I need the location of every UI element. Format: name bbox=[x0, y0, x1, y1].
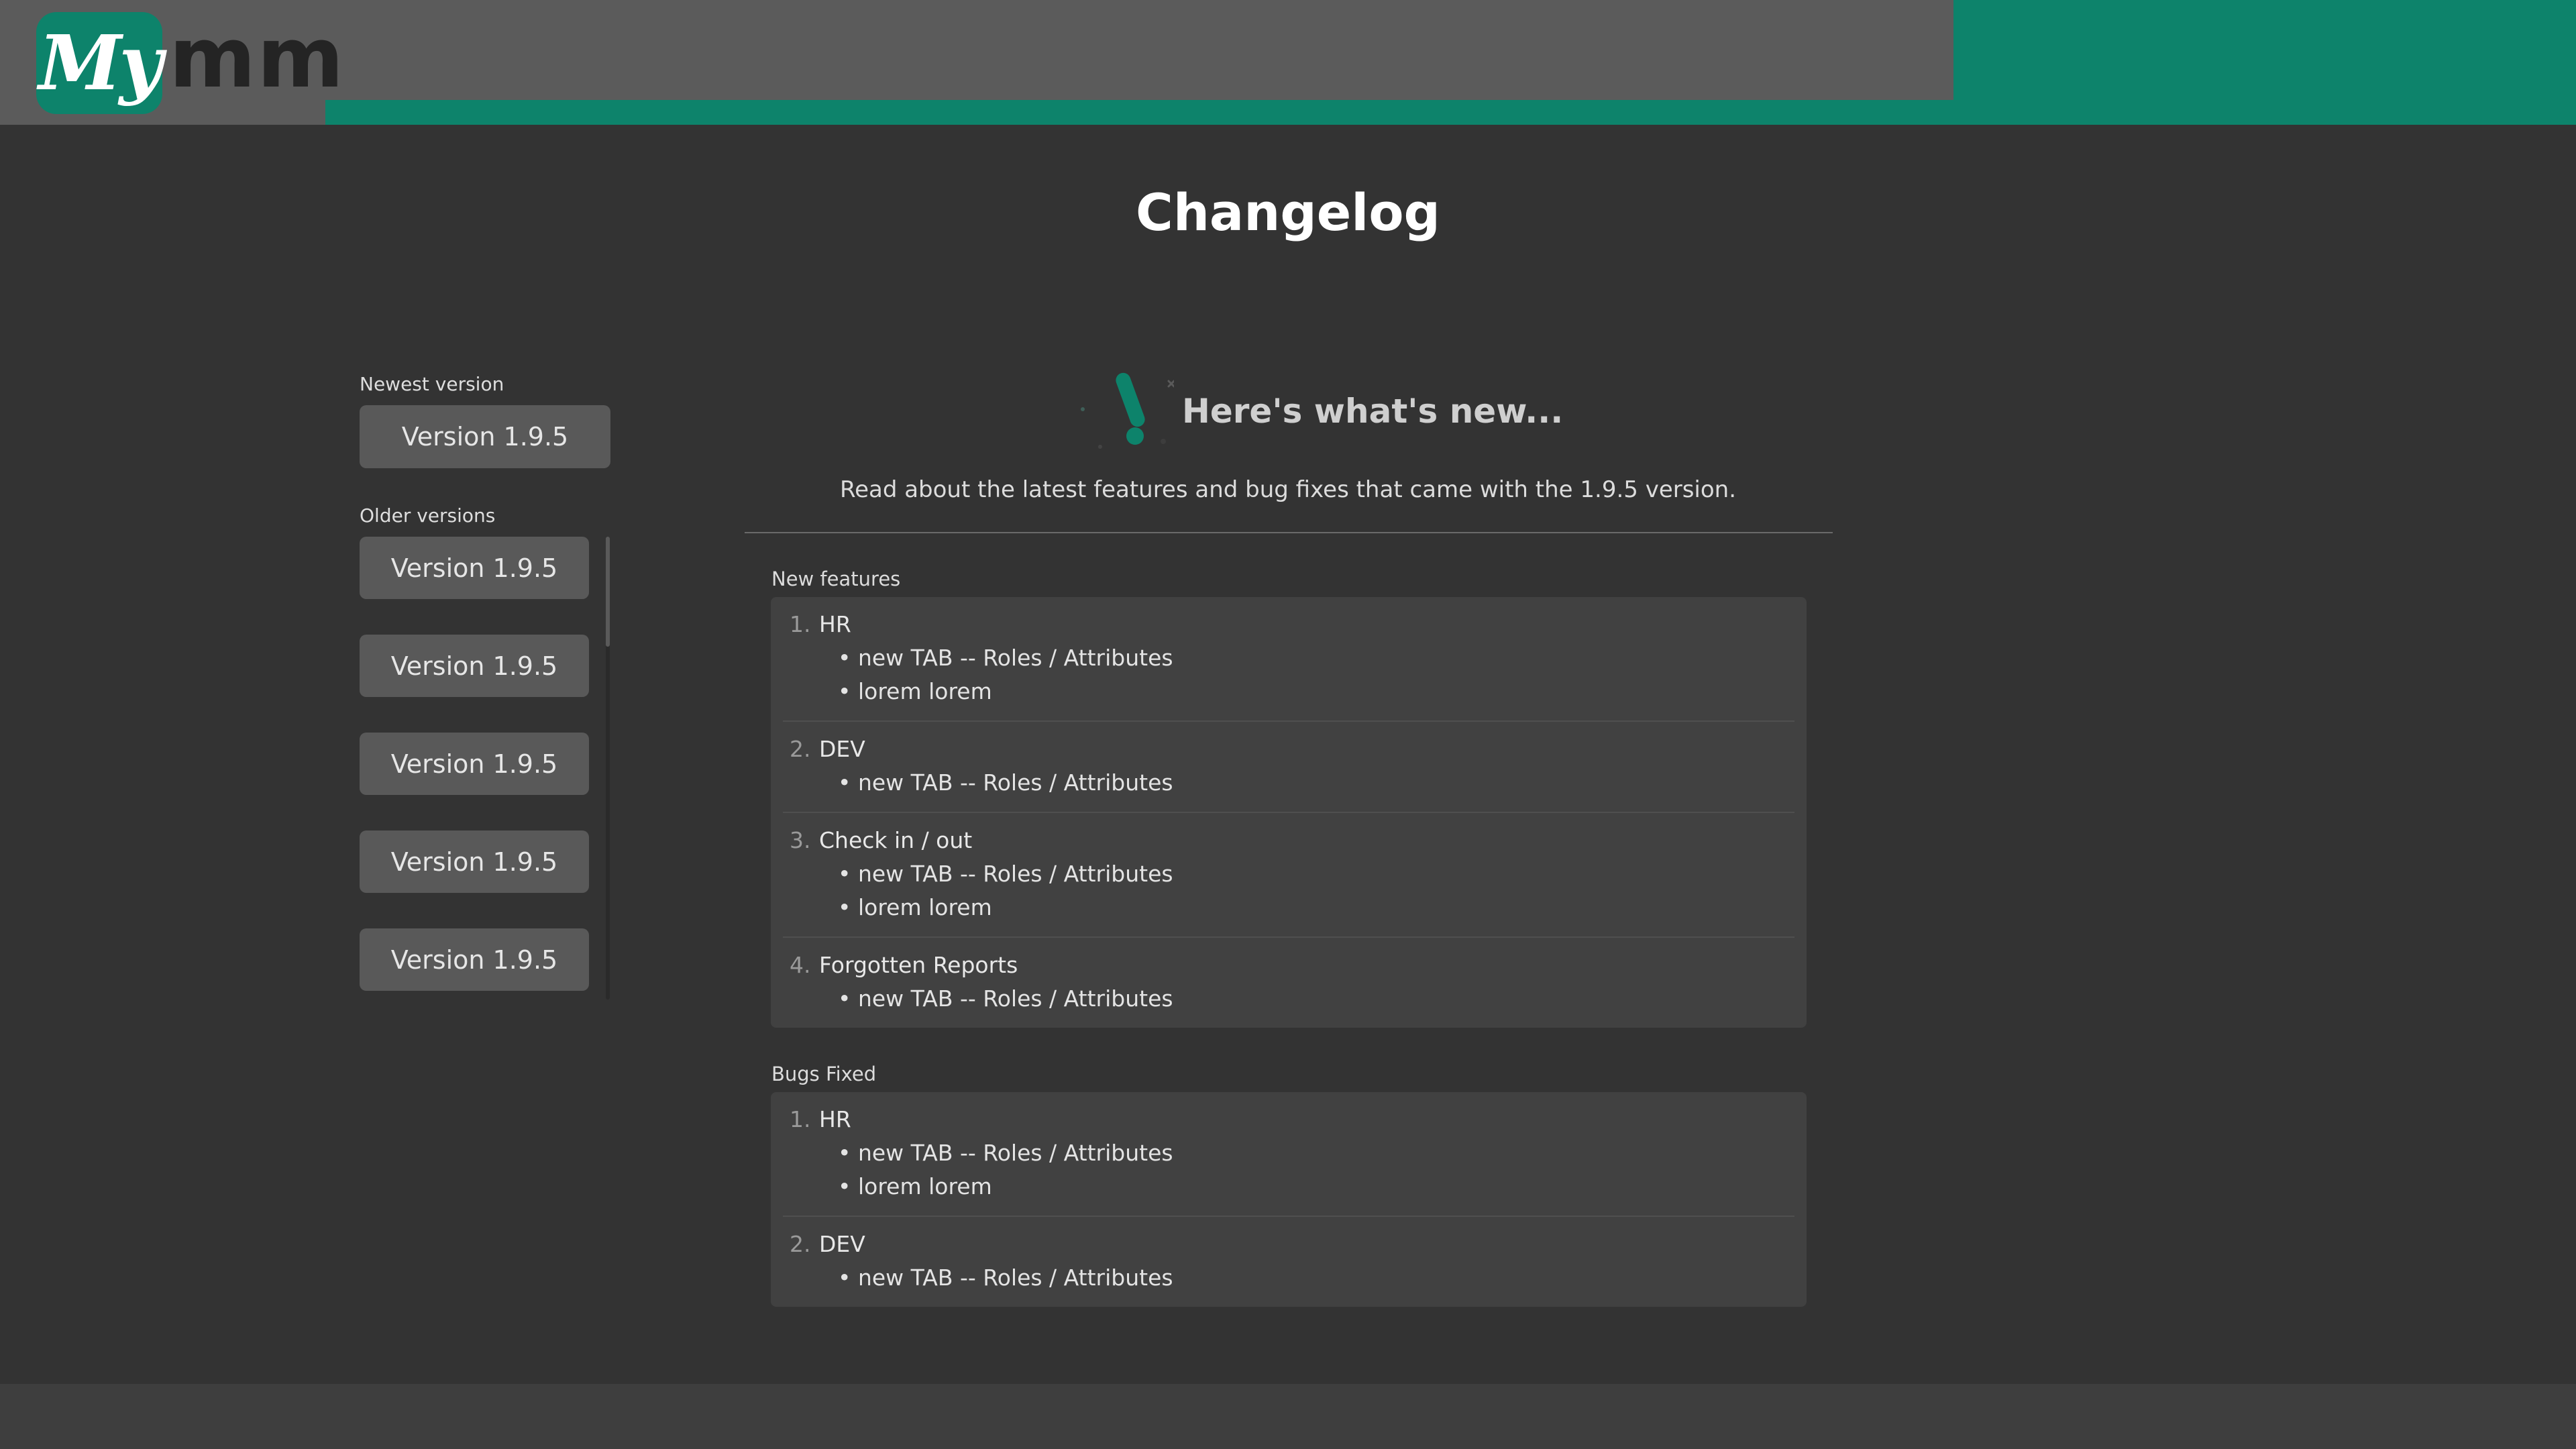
item-number: 2. bbox=[790, 736, 811, 762]
exclamation-icon bbox=[1081, 372, 1174, 449]
whats-new-subtitle: Read about the latest features and bug f… bbox=[839, 476, 1737, 503]
item-bullet: lorem lorem bbox=[783, 675, 1794, 708]
older-version-button[interactable]: Version 1.9.5 bbox=[360, 635, 589, 697]
header-accent-strip bbox=[325, 100, 1953, 125]
list-item: 1. HR new TAB -- Roles / Attributes lore… bbox=[783, 597, 1794, 722]
older-versions-list: Version 1.9.5 Version 1.9.5 Version 1.9.… bbox=[360, 537, 590, 1001]
item-number: 2. bbox=[790, 1231, 811, 1257]
item-title: Check in / out bbox=[819, 827, 973, 853]
older-versions-scrollbar[interactable] bbox=[606, 537, 610, 1000]
divider bbox=[745, 532, 1833, 533]
older-version-button[interactable]: Version 1.9.5 bbox=[360, 537, 589, 599]
item-bullet: new TAB -- Roles / Attributes bbox=[783, 982, 1794, 1016]
older-version-button[interactable]: Version 1.9.5 bbox=[360, 928, 589, 991]
older-version-button[interactable]: Version 1.9.5 bbox=[360, 830, 589, 893]
item-bullet: lorem lorem bbox=[783, 1170, 1794, 1203]
bugs-fixed-card: 1. HR new TAB -- Roles / Attributes lore… bbox=[771, 1092, 1807, 1307]
new-features-label: New features bbox=[771, 568, 901, 590]
item-number: 1. bbox=[790, 1106, 811, 1132]
page-title: Changelog bbox=[1136, 182, 1440, 242]
item-title: Forgotten Reports bbox=[819, 952, 1018, 978]
item-title: HR bbox=[819, 611, 851, 637]
list-item: 4. Forgotten Reports new TAB -- Roles / … bbox=[783, 938, 1794, 1028]
logo-badge: My bbox=[36, 12, 163, 114]
list-item: 1. HR new TAB -- Roles / Attributes lore… bbox=[783, 1092, 1794, 1217]
bugs-fixed-label: Bugs Fixed bbox=[771, 1063, 877, 1085]
new-features-card: 1. HR new TAB -- Roles / Attributes lore… bbox=[771, 597, 1807, 1028]
whats-new-title: Here's what's new... bbox=[1182, 392, 1564, 431]
item-bullet: new TAB -- Roles / Attributes bbox=[783, 641, 1794, 675]
older-versions-label: Older versions bbox=[360, 504, 496, 527]
app-logo[interactable]: My mm bbox=[36, 12, 345, 114]
footer-bar bbox=[0, 1384, 2576, 1449]
list-item: 2. DEV new TAB -- Roles / Attributes bbox=[783, 722, 1794, 813]
item-number: 1. bbox=[790, 611, 811, 637]
item-bullet: new TAB -- Roles / Attributes bbox=[783, 857, 1794, 891]
item-bullet: new TAB -- Roles / Attributes bbox=[783, 766, 1794, 800]
item-title: DEV bbox=[819, 1231, 865, 1257]
item-bullet: new TAB -- Roles / Attributes bbox=[783, 1261, 1794, 1295]
newest-version-button[interactable]: Version 1.9.5 bbox=[360, 405, 610, 468]
list-item: 2. DEV new TAB -- Roles / Attributes bbox=[783, 1217, 1794, 1307]
item-number: 3. bbox=[790, 827, 811, 853]
newest-version-label: Newest version bbox=[360, 373, 504, 395]
item-bullet: lorem lorem bbox=[783, 891, 1794, 924]
logo-text: mm bbox=[169, 10, 345, 107]
item-number: 4. bbox=[790, 952, 811, 978]
item-title: HR bbox=[819, 1106, 851, 1132]
item-bullet: new TAB -- Roles / Attributes bbox=[783, 1136, 1794, 1170]
item-title: DEV bbox=[819, 736, 865, 762]
list-item: 3. Check in / out new TAB -- Roles / Att… bbox=[783, 813, 1794, 938]
header-accent-block bbox=[1953, 0, 2576, 125]
older-version-button[interactable]: Version 1.9.5 bbox=[360, 733, 589, 795]
whats-new-header: Here's what's new... bbox=[1073, 368, 1563, 455]
scrollbar-thumb[interactable] bbox=[606, 537, 610, 647]
